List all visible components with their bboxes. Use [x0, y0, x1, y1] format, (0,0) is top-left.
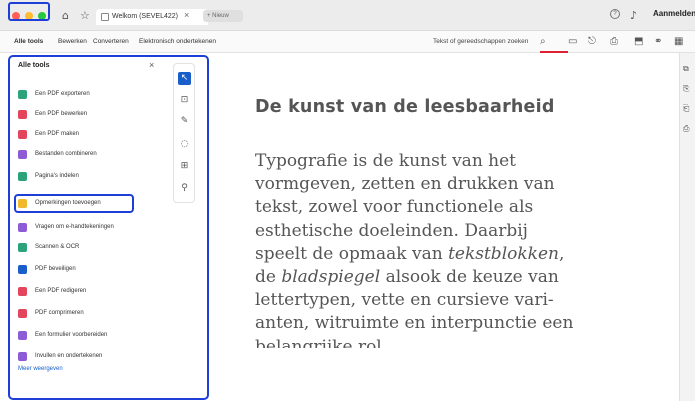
document-body: Typografie is de kunst van het vormgeven…: [255, 150, 675, 348]
menu-e-sign[interactable]: Elektronisch ondertekenen: [139, 38, 216, 45]
lasso-icon[interactable]: ◌: [178, 138, 191, 151]
body-text: ,: [558, 243, 565, 264]
tab-close-button[interactable]: ×: [184, 10, 189, 20]
tool-label: Een PDF exporteren: [35, 91, 90, 97]
body-line: esthetische doeleinden. Daarbij: [255, 220, 528, 241]
tool-label: Een PDF bewerken: [35, 111, 88, 117]
menu-bar: Alle tools Bewerken Converteren Elektron…: [0, 31, 695, 53]
sign-in-button[interactable]: Aanmelden: [653, 9, 695, 18]
create-icon: [18, 129, 27, 139]
link-icon[interactable]: ⚭: [654, 36, 662, 47]
lock-icon: [18, 264, 27, 274]
body-text: de: [255, 267, 282, 288]
search-underline: [540, 51, 568, 53]
fill-sign-icon: [18, 351, 27, 361]
save-icon[interactable]: ⬒: [634, 36, 643, 47]
bookmarks-icon[interactable]: ⎘: [683, 84, 689, 94]
tool-label: Scannen & OCR: [35, 244, 80, 250]
tool-label: PDF beveiligen: [35, 266, 76, 272]
star-icon[interactable]: ☆: [80, 9, 90, 22]
menu-all-tools[interactable]: Alle tools: [14, 38, 43, 45]
tool-request-esign[interactable]: Vragen om e-handtekeningen: [18, 220, 114, 234]
tool-export-pdf[interactable]: Een PDF exporteren: [18, 87, 90, 101]
highlight-all-tools: [8, 2, 50, 21]
share-icon[interactable]: ⎋: [588, 36, 596, 47]
select-icon[interactable]: ↖: [178, 72, 191, 85]
edit-icon: [18, 109, 27, 119]
tool-label: Een PDF redigeren: [35, 288, 87, 294]
tool-label: Invullen en ondertekenen: [35, 353, 103, 359]
new-tab-button[interactable]: + Nieuw: [203, 10, 243, 22]
body-line: belangrijke rol.: [255, 336, 388, 348]
page-thumbnails-icon[interactable]: ⧉: [683, 64, 689, 74]
body-text: alsook de keuze van: [380, 267, 559, 288]
form-icon: [18, 330, 27, 340]
tool-compress-pdf[interactable]: PDF comprimeren: [18, 306, 84, 320]
help-icon[interactable]: ?: [610, 9, 620, 19]
pen-icon[interactable]: ✎: [178, 115, 191, 128]
tool-organize-pages[interactable]: Pagina's indelen: [18, 169, 79, 183]
tool-combine-files[interactable]: Bestanden combineren: [18, 147, 97, 161]
comment-icon[interactable]: ⊡: [178, 94, 191, 107]
body-line-italic-1: speelt de opmaak van tekstblokken,: [255, 243, 675, 266]
highlight-add-comments: [14, 194, 134, 213]
tool-redact-pdf[interactable]: Een PDF redigeren: [18, 284, 86, 298]
document-icon: [101, 13, 109, 21]
tool-label: Vragen om e-handtekeningen: [35, 224, 114, 230]
body-text: speelt de opmaak van: [255, 243, 449, 264]
grid-icon[interactable]: ▦: [674, 36, 683, 47]
show-more-link[interactable]: Meer weergeven: [18, 366, 63, 372]
tool-create-pdf[interactable]: Een PDF maken: [18, 127, 79, 141]
tool-protect-pdf[interactable]: PDF beveiligen: [18, 262, 76, 276]
tool-prepare-form[interactable]: Een formulier voorbereiden: [18, 328, 107, 342]
tool-scan-ocr[interactable]: Scannen & OCR: [18, 240, 79, 254]
body-line: lettertypen, vette en cursieve vari-: [255, 290, 554, 311]
menu-convert[interactable]: Converteren: [93, 38, 129, 45]
tool-label: Een formulier voorbereiden: [35, 332, 108, 338]
tool-fill-sign[interactable]: Invullen en ondertekenen: [18, 349, 102, 363]
organize-icon: [18, 171, 27, 181]
signature-icon: [18, 222, 27, 232]
tab-title: Welkom (SEVEL422): [112, 13, 179, 20]
italic-term: tekstblokken: [448, 243, 559, 264]
tool-label: Een PDF maken: [35, 131, 80, 137]
notifications-icon[interactable]: ♪: [630, 9, 637, 22]
body-line: Typografie is de kunst van het: [255, 151, 517, 171]
search-field[interactable]: Tekst of gereedschappen zoeken: [433, 38, 528, 45]
combine-icon: [18, 149, 27, 159]
search-icon[interactable]: ⌕: [540, 36, 546, 47]
attachments-icon[interactable]: ⎗: [683, 104, 689, 114]
panel-close-button[interactable]: ×: [149, 60, 154, 70]
compress-icon: [18, 308, 27, 318]
menu-edit[interactable]: Bewerken: [58, 38, 87, 45]
print-icon[interactable]: ⎙: [683, 124, 689, 134]
title-bar: ⌂ ☆ Welkom (SEVEL422) × + Nieuw ? ♪ Aanm…: [0, 0, 695, 31]
document-heading: De kunst van de leesbaarheid: [255, 97, 555, 117]
tool-edit-pdf[interactable]: Een PDF bewerken: [18, 107, 87, 121]
comment-icon[interactable]: ▭: [568, 36, 577, 47]
text-select-icon[interactable]: ⊞: [178, 160, 191, 173]
tool-label: PDF comprimeren: [35, 310, 84, 316]
print-icon[interactable]: ⎙: [610, 36, 618, 47]
panel-title: Alle tools: [18, 62, 50, 69]
stamp-icon[interactable]: ⚲: [178, 182, 191, 195]
document-tab[interactable]: Welkom (SEVEL422): [96, 9, 208, 25]
tool-label: Pagina's indelen: [35, 173, 79, 179]
body-line: anten, witruimte en interpunctie een: [255, 313, 574, 334]
body-line: vormgeven, zetten en drukken van: [255, 174, 555, 195]
home-icon[interactable]: ⌂: [62, 9, 69, 22]
body-line: tekst, zowel voor functionele als: [255, 197, 534, 218]
italic-term: bladspiegel: [281, 267, 381, 288]
redact-icon: [18, 286, 27, 296]
export-icon: [18, 89, 27, 99]
body-line-italic-2: de bladspiegel alsook de keuze van: [255, 266, 675, 289]
scan-icon: [18, 242, 27, 252]
tool-label: Bestanden combineren: [35, 151, 97, 157]
